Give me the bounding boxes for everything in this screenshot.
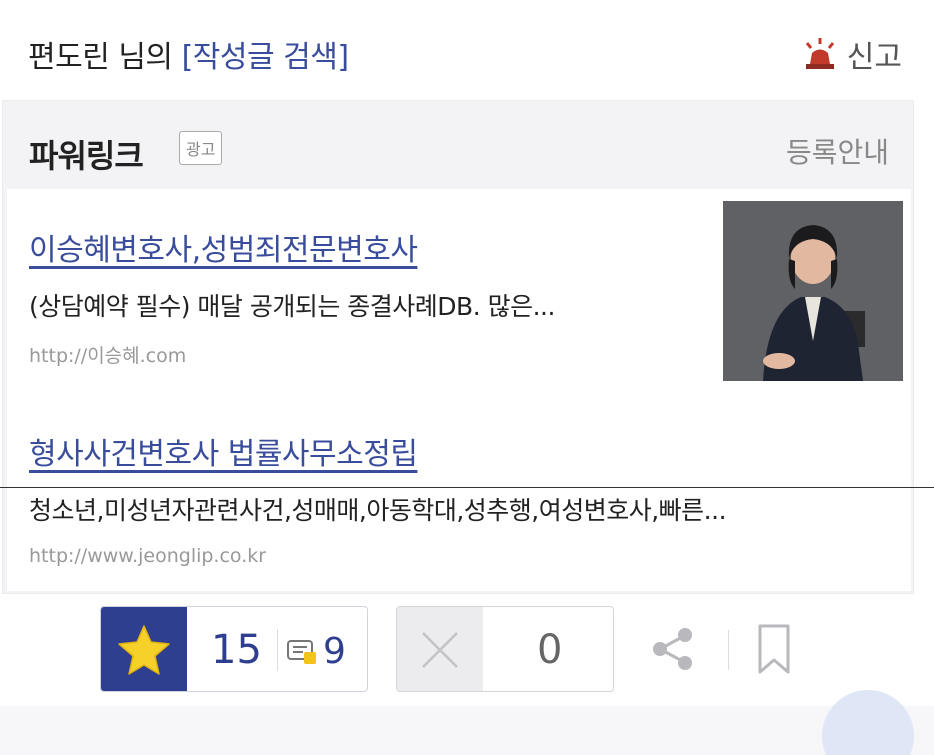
recommend-count: 15 bbox=[211, 627, 262, 673]
ad-badge: 광고 bbox=[179, 131, 223, 165]
footer-shade bbox=[0, 706, 934, 755]
powerlink-ad-box: 파워링크 광고 등록안내 이승혜변호사,성범죄전문변호사 (상담예약 필수) 매… bbox=[2, 100, 914, 594]
not-recommend-count: 0 bbox=[537, 627, 563, 673]
close-icon bbox=[422, 632, 458, 668]
list-item: 형사사건변호사 법률사무소정립 청소년,미성년자관련사건,성매매,아동학대,성추… bbox=[29, 429, 909, 567]
divider bbox=[0, 487, 934, 488]
divider bbox=[728, 630, 729, 670]
share-button[interactable] bbox=[648, 624, 698, 674]
ad-url[interactable]: http://이승혜.com bbox=[29, 341, 719, 368]
list-item: 이승혜변호사,성범죄전문변호사 (상담예약 필수) 매달 공개되는 종결사례DB… bbox=[29, 225, 719, 368]
powerlink-header: 파워링크 광고 등록안내 bbox=[3, 101, 913, 189]
author-line: 편도린 님의 [작성글 검색] bbox=[28, 32, 349, 76]
bookmark-button[interactable] bbox=[752, 622, 796, 676]
powerlink-list: 이승혜변호사,성범죄전문변호사 (상담예약 필수) 매달 공개되는 종결사례DB… bbox=[7, 189, 911, 591]
post-meta-row: 편도린 님의 [작성글 검색] 신고 bbox=[0, 0, 934, 100]
star-icon bbox=[118, 625, 170, 675]
bookmark-icon bbox=[758, 624, 790, 674]
not-recommend-button[interactable] bbox=[397, 607, 483, 691]
report-button[interactable]: 신고 bbox=[803, 32, 902, 76]
ad-description: 청소년,미성년자관련사건,성매매,아동학대,성추행,여성변호사,빠른... bbox=[29, 496, 727, 525]
comment-count-link[interactable]: 9 bbox=[287, 631, 346, 672]
ad-title-link[interactable]: 이승혜변호사,성범죄전문변호사 bbox=[29, 225, 719, 269]
comment-count: 9 bbox=[323, 631, 346, 672]
author-posts-search-link[interactable]: [작성글 검색] bbox=[182, 40, 349, 75]
floating-button-partial[interactable] bbox=[822, 690, 914, 755]
post-action-bar: 15 9 0 bbox=[0, 606, 934, 696]
comment-icon bbox=[287, 639, 316, 664]
divider bbox=[277, 629, 278, 671]
powerlink-title: 파워링크 bbox=[29, 137, 144, 175]
author-name: 편도린 님의 bbox=[28, 40, 182, 75]
register-info-link[interactable]: 등록안내 bbox=[786, 131, 889, 171]
ad-title-link[interactable]: 형사사건변호사 법률사무소정립 bbox=[29, 429, 909, 473]
ad-description: (상담예약 필수) 매달 공개되는 종결사례DB. 많은... bbox=[29, 292, 555, 321]
ad-thumbnail-photo[interactable] bbox=[723, 201, 903, 381]
not-recommend-box: 0 bbox=[396, 606, 614, 692]
siren-icon bbox=[803, 37, 837, 71]
share-icon bbox=[653, 628, 692, 670]
recommend-box: 15 9 bbox=[100, 606, 368, 692]
report-label: 신고 bbox=[846, 40, 902, 75]
recommend-button[interactable] bbox=[101, 607, 187, 691]
ad-url[interactable]: http://www.jeonglip.co.kr bbox=[29, 545, 909, 567]
